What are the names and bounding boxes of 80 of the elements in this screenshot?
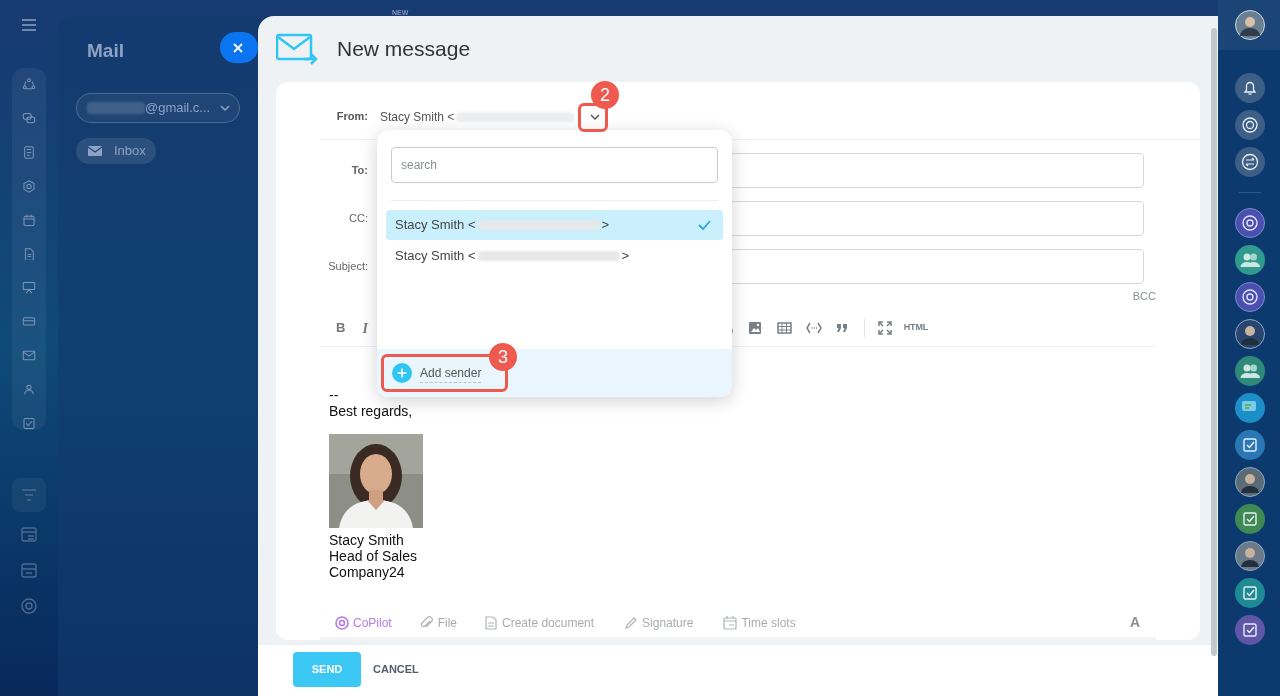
signature-line: Stacy Smith (329, 532, 405, 548)
chevron-icon (220, 105, 231, 111)
panel-title: Mail (87, 39, 124, 63)
field-label: CC: (348, 211, 368, 227)
image-icon (747, 321, 764, 335)
task-icon[interactable] (1235, 430, 1265, 460)
card-icon (20, 315, 38, 329)
html-button[interactable]: HTML (903, 321, 928, 335)
from-value: Stacy Smith < (380, 108, 455, 126)
bell-icon[interactable] (1235, 73, 1265, 103)
send-button[interactable]: SEND (293, 652, 361, 687)
inbox-button[interactable]: Inbox (76, 138, 156, 164)
task-icon[interactable] (1235, 615, 1265, 645)
close-icon (233, 42, 243, 53)
chat-swap-icon[interactable] (1235, 147, 1265, 177)
contact-avatar[interactable] (1235, 319, 1265, 349)
add-sender-button[interactable]: Add sender (392, 363, 482, 383)
code-button[interactable] (805, 321, 822, 335)
document-button[interactable]: Create document (484, 613, 595, 632)
spiral-icon[interactable] (1235, 110, 1265, 140)
field-label: To: (350, 163, 368, 179)
calendar-icon (20, 213, 38, 227)
filter-icon (20, 486, 38, 504)
task-icon[interactable] (1235, 504, 1265, 534)
paperclip-icon (419, 615, 434, 630)
fullscreen-button[interactable] (877, 321, 892, 335)
pen-icon (624, 615, 639, 630)
image-button[interactable] (747, 321, 764, 335)
closing-text: Best regards, (329, 403, 414, 419)
target-icon (20, 597, 38, 615)
contact-avatar[interactable] (1235, 467, 1265, 497)
window-title: New message (337, 36, 471, 63)
spiral-chat-icon[interactable] (1235, 282, 1265, 312)
hexagon-icon (20, 179, 38, 193)
archive-icon (20, 561, 38, 579)
cancel-button[interactable]: CANCEL (372, 652, 420, 687)
signature-separator: -- (329, 387, 340, 403)
user-avatar[interactable] (1235, 10, 1265, 40)
chevron-icon (590, 113, 601, 120)
copilot-icon (335, 615, 349, 630)
group-chat-icon[interactable] (1235, 356, 1265, 386)
account-selector[interactable]: @gmail.c... (76, 93, 240, 123)
fullscreen-icon (877, 321, 892, 335)
close-button[interactable] (220, 32, 258, 63)
signature-line: Company24 (329, 564, 406, 580)
signature-button[interactable]: Signature (624, 613, 694, 632)
spiral-chat-icon[interactable] (1235, 208, 1265, 238)
bcc-link[interactable]: BCC (1132, 287, 1156, 305)
presentation-icon (20, 281, 38, 295)
field-label: Subject: (327, 259, 368, 275)
copilot-button[interactable]: CoPilot (335, 613, 392, 632)
search-field[interactable]: search (391, 147, 718, 183)
text-format-button[interactable]: A (1129, 612, 1140, 633)
table-button[interactable] (776, 321, 793, 335)
from-label: From: (335, 109, 368, 125)
mail-icon (20, 349, 38, 363)
file-button[interactable]: File (419, 613, 458, 632)
bold-button[interactable]: B (336, 318, 346, 338)
network-icon (20, 78, 38, 91)
task-icon[interactable] (1235, 578, 1265, 608)
calendar-icon (723, 615, 738, 630)
contact-avatar[interactable] (1235, 541, 1265, 571)
slots-button[interactable]: Time slots (723, 613, 796, 632)
document-icon (484, 615, 499, 630)
italic-button[interactable]: I (362, 317, 368, 339)
mail-send-icon (276, 33, 318, 65)
scrollbar[interactable] (1211, 28, 1217, 656)
code-icon (805, 321, 822, 335)
menu-icon[interactable] (21, 19, 37, 31)
checkbox-icon (20, 417, 38, 430)
table-icon (776, 321, 793, 335)
signature-line: Head of Sales (329, 548, 418, 564)
chat-icon (20, 111, 38, 125)
mail-icon (88, 146, 102, 156)
plus-icon (392, 363, 412, 383)
messages-icon[interactable] (1235, 393, 1265, 423)
sender-option[interactable]: Stacy Smith < > (386, 210, 723, 240)
checkmark-icon (698, 220, 711, 230)
group-chat-icon[interactable] (1235, 245, 1265, 275)
calendar-list-icon (20, 525, 38, 543)
